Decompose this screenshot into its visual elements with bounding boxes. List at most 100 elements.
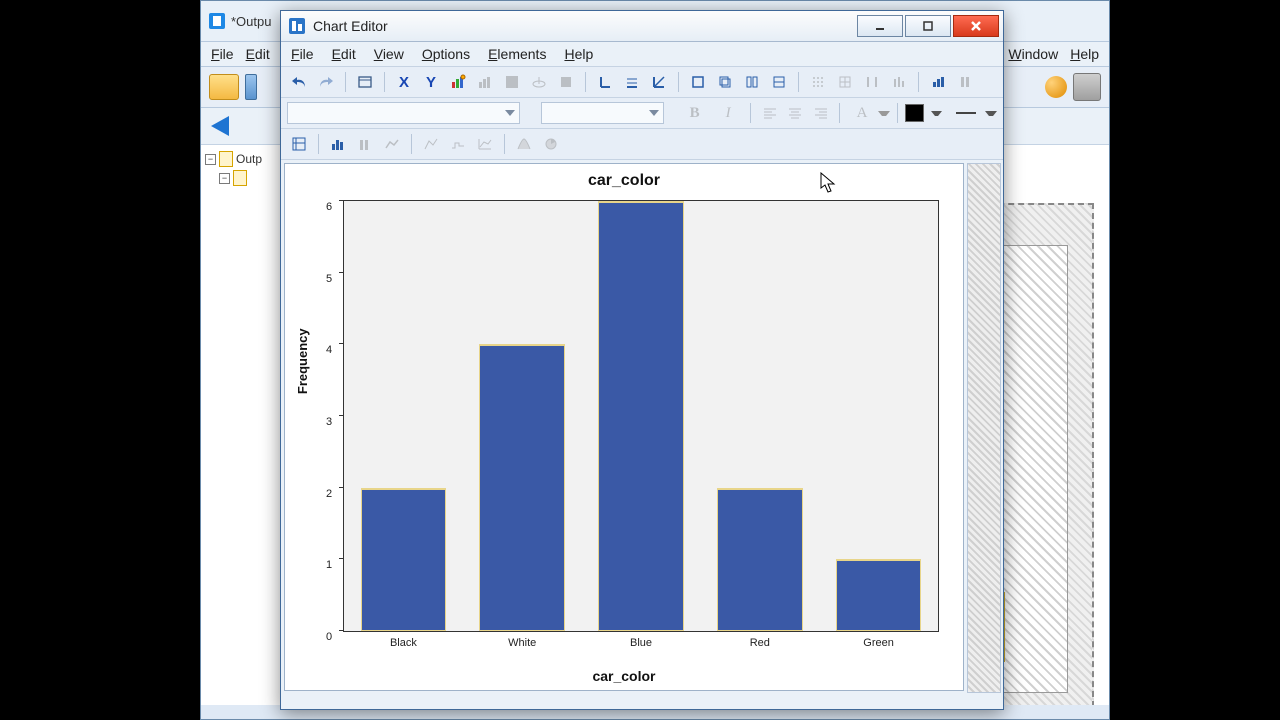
x-tick-label: Red bbox=[750, 637, 770, 649]
frame4-button[interactable] bbox=[767, 70, 791, 94]
redo-button[interactable] bbox=[314, 70, 338, 94]
doc-icon bbox=[233, 170, 247, 186]
x-tick-label: Green bbox=[863, 637, 894, 649]
menu-file[interactable]: File bbox=[211, 46, 234, 62]
italic-button[interactable]: I bbox=[713, 101, 744, 125]
y-axis-button[interactable]: Y bbox=[419, 70, 443, 94]
menu-help[interactable]: Help bbox=[564, 46, 593, 62]
output-viewer-title: *Outpu bbox=[231, 14, 271, 29]
fill-color-swatch[interactable] bbox=[905, 104, 924, 122]
x-tick-label: Black bbox=[390, 637, 417, 649]
scatter-button[interactable] bbox=[473, 132, 497, 156]
collapse-button[interactable] bbox=[953, 70, 977, 94]
bar-black[interactable] bbox=[361, 488, 447, 631]
desktop: *Outpu File Edit Window Help −Outp − bbox=[0, 0, 1280, 720]
frame1-button[interactable] bbox=[686, 70, 710, 94]
align1-button[interactable] bbox=[860, 70, 884, 94]
refline-button[interactable] bbox=[527, 70, 551, 94]
doc-icon bbox=[219, 151, 233, 167]
scrollbar-area[interactable] bbox=[967, 163, 1001, 693]
toolbar-row-1: X Y bbox=[281, 67, 1003, 98]
bar-green[interactable] bbox=[836, 559, 922, 631]
bar-chart-button[interactable] bbox=[326, 132, 350, 156]
font-color-button[interactable]: A bbox=[847, 101, 878, 125]
align2-button[interactable] bbox=[887, 70, 911, 94]
hide-label-button[interactable] bbox=[473, 70, 497, 94]
axis1-button[interactable] bbox=[593, 70, 617, 94]
close-button[interactable] bbox=[953, 15, 999, 37]
y-axis-label[interactable]: Frequency bbox=[295, 328, 310, 394]
select-element-button[interactable] bbox=[287, 132, 311, 156]
chart-title[interactable]: car_color bbox=[285, 172, 963, 190]
spss-icon bbox=[209, 13, 225, 29]
font-family-dropdown[interactable] bbox=[287, 102, 520, 124]
back-arrow-icon[interactable] bbox=[211, 116, 229, 136]
line-chart-button[interactable] bbox=[380, 132, 404, 156]
plot-area[interactable]: 0123456BlackWhiteBlueRedGreen bbox=[343, 200, 939, 632]
bar-white[interactable] bbox=[479, 344, 565, 631]
y-tick-label: 3 bbox=[326, 416, 332, 428]
transpose-button[interactable] bbox=[554, 70, 578, 94]
grid-toggle-button[interactable] bbox=[500, 70, 524, 94]
font-size-dropdown[interactable] bbox=[541, 102, 664, 124]
fitline-button[interactable] bbox=[647, 70, 671, 94]
grid-lines-button[interactable] bbox=[833, 70, 857, 94]
undo-button[interactable] bbox=[287, 70, 311, 94]
menu-window[interactable]: Window bbox=[1008, 46, 1058, 62]
x-axis-button[interactable]: X bbox=[392, 70, 416, 94]
y-tick-label: 5 bbox=[326, 273, 332, 285]
chart-editor-menubar[interactable]: File Edit View Options Elements Help bbox=[281, 42, 1003, 67]
toolbar-row-2: B I A bbox=[281, 98, 1003, 129]
menu-edit[interactable]: Edit bbox=[332, 46, 356, 62]
frame2-button[interactable] bbox=[713, 70, 737, 94]
menu-options[interactable]: Options bbox=[422, 46, 470, 62]
stacked-bar-button[interactable] bbox=[353, 132, 377, 156]
y-tick-label: 1 bbox=[326, 559, 332, 571]
pie-button[interactable] bbox=[539, 132, 563, 156]
chart-editor-title: Chart Editor bbox=[313, 18, 388, 34]
bold-button[interactable]: B bbox=[679, 101, 710, 125]
chart-canvas[interactable]: car_color Frequency 0123456BlackWhiteBlu… bbox=[284, 163, 964, 691]
x-axis-label[interactable]: car_color bbox=[285, 668, 963, 684]
bar-blue[interactable] bbox=[598, 201, 684, 631]
properties-button[interactable] bbox=[353, 70, 377, 94]
tree-root-label[interactable]: Outp bbox=[236, 152, 262, 166]
chart-editor-titlebar[interactable]: Chart Editor bbox=[281, 11, 1003, 42]
menu-file[interactable]: File bbox=[291, 46, 314, 62]
save-icon[interactable] bbox=[245, 74, 257, 100]
frame3-button[interactable] bbox=[740, 70, 764, 94]
histogram-button[interactable] bbox=[512, 132, 536, 156]
data-label-button[interactable] bbox=[446, 70, 470, 94]
open-icon[interactable] bbox=[209, 74, 239, 100]
stepped-button[interactable] bbox=[446, 132, 470, 156]
axis2-button[interactable] bbox=[620, 70, 644, 94]
chart-pane: car_color Frequency 0123456BlackWhiteBlu… bbox=[281, 160, 1003, 694]
x-tick-label: Blue bbox=[630, 637, 652, 649]
x-tick-label: White bbox=[508, 637, 536, 649]
variable-icon[interactable] bbox=[1045, 76, 1067, 98]
line-weight-button[interactable] bbox=[956, 112, 977, 114]
y-tick-label: 6 bbox=[326, 201, 332, 213]
explode-button[interactable] bbox=[926, 70, 950, 94]
grid-dots-button[interactable] bbox=[806, 70, 830, 94]
collapse-icon[interactable]: − bbox=[219, 173, 230, 184]
menu-elements[interactable]: Elements bbox=[488, 46, 546, 62]
collapse-icon[interactable]: − bbox=[205, 154, 216, 165]
toolbar-row-3 bbox=[281, 129, 1003, 160]
chart-editor-window: Chart Editor File Edit View Options Elem… bbox=[280, 10, 1004, 710]
bar-red[interactable] bbox=[717, 488, 803, 631]
y-tick-label: 4 bbox=[326, 344, 332, 356]
maximize-button[interactable] bbox=[905, 15, 951, 37]
minimize-button[interactable] bbox=[857, 15, 903, 37]
menu-help[interactable]: Help bbox=[1070, 46, 1099, 62]
y-tick-label: 2 bbox=[326, 488, 332, 500]
align-left-button[interactable] bbox=[758, 101, 781, 125]
dialog-icon[interactable] bbox=[1073, 73, 1101, 101]
area-chart-button[interactable] bbox=[419, 132, 443, 156]
y-tick-label: 0 bbox=[326, 631, 332, 643]
menu-view[interactable]: View bbox=[374, 46, 404, 62]
align-right-button[interactable] bbox=[809, 101, 832, 125]
outline-tree[interactable]: −Outp − bbox=[201, 145, 282, 705]
menu-edit[interactable]: Edit bbox=[246, 46, 270, 62]
align-center-button[interactable] bbox=[784, 101, 807, 125]
